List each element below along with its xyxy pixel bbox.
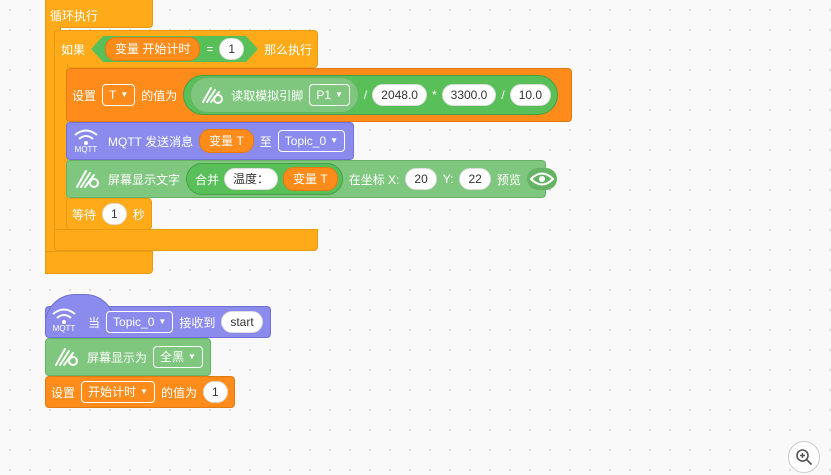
number-input-3300[interactable]: 3300.0 — [441, 84, 497, 106]
topic-dropdown[interactable]: Topic_0 ▼ — [277, 130, 346, 152]
join-label: 合并 — [195, 172, 220, 187]
divide-operator-2: / — [501, 88, 505, 102]
display-icon — [55, 348, 78, 366]
mqtt-tag-2: MQTT — [52, 323, 76, 333]
chevron-down-icon: ▼ — [330, 136, 339, 145]
set-timer-row: 设置 开始计时 ▼ 的值为 1 — [45, 376, 234, 408]
position-label: 在坐标 X: — [348, 172, 400, 187]
display-option-value: 全黑 — [160, 350, 185, 364]
chevron-down-icon: ▼ — [188, 352, 196, 361]
message-input[interactable]: start — [221, 311, 263, 333]
text-input-temp[interactable]: 温度： — [224, 168, 279, 190]
pin-dropdown[interactable]: P1 ▼ — [309, 84, 350, 106]
variable-dropdown-value: T — [109, 88, 117, 102]
condition-equals[interactable]: 变量 开始计时 = 1 — [91, 36, 258, 62]
timer-variable-value: 开始计时 — [88, 385, 137, 399]
var-t-reporter-2[interactable]: 变量 T — [283, 167, 338, 191]
seconds-label: 秒 — [132, 207, 145, 222]
set-label-2: 设置 — [51, 385, 76, 400]
preview-toggle[interactable] — [526, 168, 557, 190]
x-input[interactable]: 20 — [405, 168, 437, 190]
then-label: 那么执行 — [264, 42, 313, 57]
timer-variable-dropdown[interactable]: 开始计时 ▼ — [81, 381, 155, 403]
mqtt-receive-row: 当 Topic_0 ▼ 接收到 start — [82, 309, 269, 335]
chevron-down-icon: ▼ — [158, 317, 167, 326]
wifi-icon — [52, 308, 76, 324]
if-label: 如果 — [61, 42, 86, 57]
preview-label: 预览 — [496, 172, 521, 187]
screen-text-label: 屏幕显示文字 — [108, 172, 181, 187]
var-start-timer-reporter[interactable]: 变量 开始计时 — [105, 37, 200, 61]
divide-operator-1: / — [363, 88, 368, 102]
chevron-down-icon: ▼ — [120, 90, 129, 99]
chevron-down-icon: ▼ — [140, 387, 148, 396]
join-reporter[interactable]: 合并 温度： 变量 T — [186, 163, 343, 195]
when-label: 当 — [88, 315, 101, 330]
received-label: 接收到 — [179, 315, 216, 330]
set-label: 设置 — [72, 88, 97, 103]
wait-label: 等待 — [72, 207, 97, 222]
math-expression[interactable]: 读取模拟引脚 P1 ▼ / 2048.0 * 3300.0 / 10.0 — [183, 75, 559, 115]
wait-seconds-input[interactable]: 1 — [102, 203, 127, 225]
analog-read-reporter[interactable]: 读取模拟引脚 P1 ▼ — [190, 77, 359, 113]
screen-display-row: 屏幕显示为 全黑 ▼ — [45, 338, 209, 376]
wait-row: 等待 1 秒 — [66, 198, 151, 230]
chevron-down-icon: ▼ — [335, 90, 343, 99]
if-bottom — [54, 229, 318, 251]
screen-display-label: 屏幕显示为 — [87, 350, 148, 365]
value-label: 的值为 — [141, 88, 178, 103]
mqtt-icon: MQTT — [68, 124, 104, 158]
display-icon — [202, 87, 224, 104]
zoom-in-button[interactable] — [788, 441, 820, 473]
y-label: Y: — [442, 172, 454, 186]
compare-value-input[interactable]: 1 — [219, 38, 244, 60]
set-t-row: 设置 T ▼ 的值为 读取模拟引脚 P1 ▼ / 2048.0 * 3300.0… — [66, 68, 564, 122]
equals-label: = — [206, 42, 214, 56]
screen-text-row: 屏幕显示文字 合并 温度： 变量 T 在坐标 X: 20 Y: 22 预览 — [66, 160, 563, 198]
to-label: 至 — [259, 134, 272, 149]
loop-bottom — [45, 251, 153, 274]
receive-topic-value: Topic_0 — [113, 315, 155, 329]
y-input[interactable]: 22 — [459, 168, 491, 190]
display-option-dropdown[interactable]: 全黑 ▼ — [153, 346, 203, 368]
timer-value-input[interactable]: 1 — [202, 381, 228, 403]
mqtt-tag: MQTT — [74, 144, 98, 154]
display-icon — [76, 170, 99, 188]
pin-dropdown-value: P1 — [316, 88, 331, 102]
topic-dropdown-value: Topic_0 — [284, 134, 327, 148]
mqtt-send-row: MQTT 发送消息 变量 T 至 Topic_0 ▼ — [104, 122, 351, 160]
value-label-2: 的值为 — [160, 385, 197, 400]
wifi-icon — [74, 129, 98, 145]
eye-icon — [529, 172, 554, 186]
zoom-in-icon — [796, 449, 812, 465]
var-t-reporter[interactable]: 变量 T — [199, 129, 254, 153]
receive-topic-dropdown[interactable]: Topic_0 ▼ — [106, 311, 174, 333]
mqtt-send-label: MQTT 发送消息 — [108, 134, 194, 149]
number-input-10[interactable]: 10.0 — [509, 84, 552, 106]
variable-dropdown-t[interactable]: T ▼ — [102, 84, 136, 106]
analog-label: 读取模拟引脚 — [231, 88, 304, 103]
multiply-operator: * — [431, 88, 437, 102]
number-input-2048[interactable]: 2048.0 — [372, 84, 427, 106]
if-row: 如果 变量 开始计时 = 1 那么执行 — [54, 36, 318, 62]
mqtt-icon-2: MQTT — [46, 302, 82, 338]
loop-label: 循环执行 — [50, 9, 99, 23]
